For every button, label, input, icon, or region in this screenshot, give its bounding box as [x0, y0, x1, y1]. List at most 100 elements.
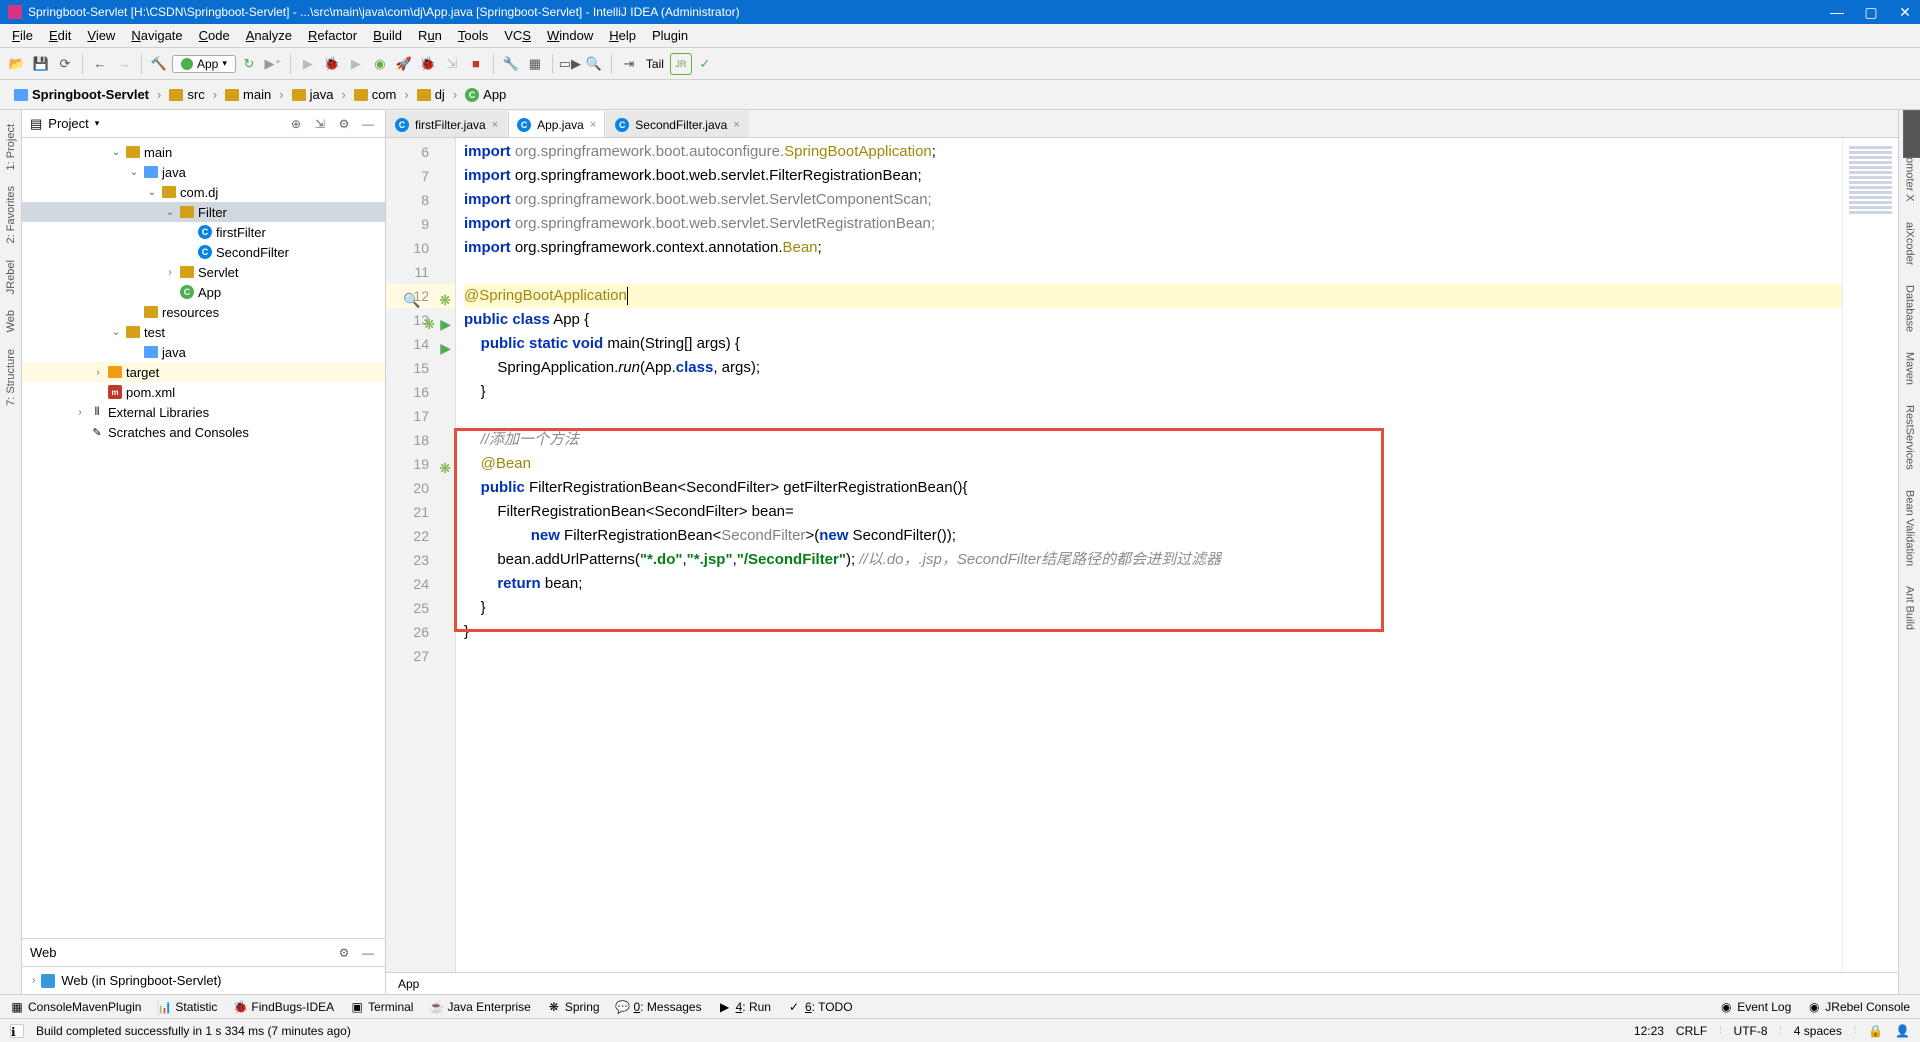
- close-icon[interactable]: ×: [492, 119, 498, 131]
- gutter-line[interactable]: 6: [386, 140, 455, 164]
- debug-icon[interactable]: 🐞: [321, 53, 343, 75]
- menu-run[interactable]: Run: [410, 26, 450, 45]
- menu-file[interactable]: File: [4, 26, 41, 45]
- tree-row[interactable]: resources: [22, 302, 385, 322]
- code-line[interactable]: public FilterRegistrationBean<SecondFilt…: [464, 476, 1842, 500]
- attach-icon[interactable]: ⇲: [441, 53, 463, 75]
- gutter[interactable]: 6789101112❋🔍13▶❋14▶1516171819❋2021222324…: [386, 138, 456, 972]
- run-icon[interactable]: ▶: [297, 53, 319, 75]
- jrebel-run-icon[interactable]: 🚀: [393, 53, 415, 75]
- gutter-line[interactable]: 16: [386, 380, 455, 404]
- spring-gutter-icon[interactable]: ❋: [435, 288, 451, 304]
- sync-icon[interactable]: ⟳: [54, 53, 76, 75]
- gutter-line[interactable]: 10: [386, 236, 455, 260]
- run-terminal-icon[interactable]: ▭▶: [559, 53, 581, 75]
- chevron-icon[interactable]: ⌄: [110, 147, 122, 158]
- profile-icon[interactable]: ◉: [369, 53, 391, 75]
- gutter-line[interactable]: 23: [386, 548, 455, 572]
- gutter-line[interactable]: 14▶: [386, 332, 455, 356]
- chevron-icon[interactable]: ›: [164, 267, 176, 278]
- gutter-line[interactable]: 21: [386, 500, 455, 524]
- tree-row[interactable]: ⌄ main: [22, 142, 385, 162]
- menu-refactor[interactable]: Refactor: [300, 26, 365, 45]
- hammer-icon[interactable]: 🔨: [148, 53, 170, 75]
- gutter-line[interactable]: 22: [386, 524, 455, 548]
- rail-1-project[interactable]: 1: Project: [3, 120, 19, 174]
- code-line[interactable]: import org.springframework.boot.web.serv…: [464, 212, 1842, 236]
- chevron-down-icon[interactable]: ▾: [95, 118, 100, 129]
- project-title[interactable]: Project: [48, 116, 88, 131]
- menu-tools[interactable]: Tools: [450, 26, 496, 45]
- code-line[interactable]: [464, 404, 1842, 428]
- file-encoding[interactable]: UTF-8: [1734, 1024, 1768, 1038]
- gutter-line[interactable]: 25: [386, 596, 455, 620]
- coverage-icon[interactable]: ▶: [345, 53, 367, 75]
- hide-icon[interactable]: —: [359, 115, 377, 133]
- save-all-icon[interactable]: 💾: [30, 53, 52, 75]
- spring-gutter-icon[interactable]: ❋: [435, 456, 451, 472]
- rail-7-structure[interactable]: 7: Structure: [3, 345, 19, 410]
- jrebel-debug-icon[interactable]: 🐞: [417, 53, 439, 75]
- tree-row[interactable]: ✎ Scratches and Consoles: [22, 422, 385, 442]
- code-line[interactable]: import org.springframework.boot.autoconf…: [464, 140, 1842, 164]
- menu-navigate[interactable]: Navigate: [123, 26, 190, 45]
- run-config-selector[interactable]: App ▾: [172, 55, 236, 73]
- code-line[interactable]: import org.springframework.context.annot…: [464, 236, 1842, 260]
- chevron-icon[interactable]: ›: [92, 367, 104, 378]
- run-target-icon[interactable]: ▶⁺: [262, 53, 284, 75]
- gutter-line[interactable]: 9: [386, 212, 455, 236]
- bottom-4-run[interactable]: ▶4: Run: [718, 1000, 771, 1014]
- run-gutter-icon[interactable]: ▶: [435, 336, 451, 352]
- code-line[interactable]: @Bean: [464, 452, 1842, 476]
- rail-aixcoder[interactable]: aiXcoder: [1902, 218, 1918, 269]
- tree-row[interactable]: C App: [22, 282, 385, 302]
- rail-restservices[interactable]: RestServices: [1902, 401, 1918, 474]
- code-line[interactable]: new FilterRegistrationBean<SecondFilter>…: [464, 524, 1842, 548]
- chevron-right-icon[interactable]: ›: [32, 975, 35, 986]
- editor-crumb[interactable]: App: [398, 977, 419, 991]
- bottom-0-messages[interactable]: 💬0: Messages: [616, 1000, 702, 1014]
- open-icon[interactable]: 📂: [6, 53, 28, 75]
- menu-edit[interactable]: Edit: [41, 26, 79, 45]
- menu-view[interactable]: View: [79, 26, 123, 45]
- code-line[interactable]: return bean;: [464, 572, 1842, 596]
- check-icon[interactable]: ✓: [694, 53, 716, 75]
- gutter-line[interactable]: 15: [386, 356, 455, 380]
- code-line[interactable]: [464, 260, 1842, 284]
- bottom-jrebel-console[interactable]: ◉JRebel Console: [1807, 1000, 1910, 1014]
- rail-web[interactable]: Web: [3, 306, 19, 336]
- tree-row[interactable]: › target: [22, 362, 385, 382]
- gear-icon[interactable]: ⚙: [335, 115, 353, 133]
- code-line[interactable]: import org.springframework.boot.web.serv…: [464, 188, 1842, 212]
- wrench-icon[interactable]: 🔧: [500, 53, 522, 75]
- breadcrumb-app[interactable]: CApp: [459, 85, 512, 104]
- menu-window[interactable]: Window: [539, 26, 601, 45]
- project-tree[interactable]: ⌄ main⌄ java⌄ com.dj⌄ FilterC firstFilte…: [22, 138, 385, 938]
- project-structure-icon[interactable]: ▦: [524, 53, 546, 75]
- code-area[interactable]: import org.springframework.boot.autoconf…: [456, 138, 1842, 972]
- rail-bean-validation[interactable]: Bean Validation: [1902, 486, 1918, 570]
- tree-row[interactable]: ⌄ com.dj: [22, 182, 385, 202]
- bottom-terminal[interactable]: ▣Terminal: [350, 1000, 413, 1014]
- gutter-line[interactable]: 19❋: [386, 452, 455, 476]
- code-line[interactable]: public static void main(String[] args) {: [464, 332, 1842, 356]
- rail-ant-build[interactable]: Ant Build: [1902, 582, 1918, 634]
- forward-icon[interactable]: →: [113, 53, 135, 75]
- code-line[interactable]: bean.addUrlPatterns("*.do","*.jsp","/Sec…: [464, 548, 1842, 572]
- code-line[interactable]: public class App {: [464, 308, 1842, 332]
- line-col[interactable]: 12:23: [1634, 1024, 1664, 1038]
- tree-row[interactable]: m pom.xml: [22, 382, 385, 402]
- tree-row[interactable]: ⌄ Filter: [22, 202, 385, 222]
- code-line[interactable]: [464, 644, 1842, 668]
- breadcrumb-springboot-servlet[interactable]: Springboot-Servlet: [8, 85, 155, 104]
- run-gutter-icon[interactable]: ▶: [435, 312, 451, 328]
- gutter-line[interactable]: 24: [386, 572, 455, 596]
- gutter-line[interactable]: 13▶❋: [386, 308, 455, 332]
- chevron-icon[interactable]: ⌄: [110, 327, 122, 338]
- breadcrumb-java[interactable]: java: [286, 85, 340, 104]
- editor-tab[interactable]: CfirstFilter.java×: [386, 111, 507, 137]
- code-line[interactable]: import org.springframework.boot.web.serv…: [464, 164, 1842, 188]
- rail-database[interactable]: Database: [1902, 281, 1918, 336]
- indent-icon[interactable]: ⇥: [618, 53, 640, 75]
- menu-vcs[interactable]: VCS: [496, 26, 539, 45]
